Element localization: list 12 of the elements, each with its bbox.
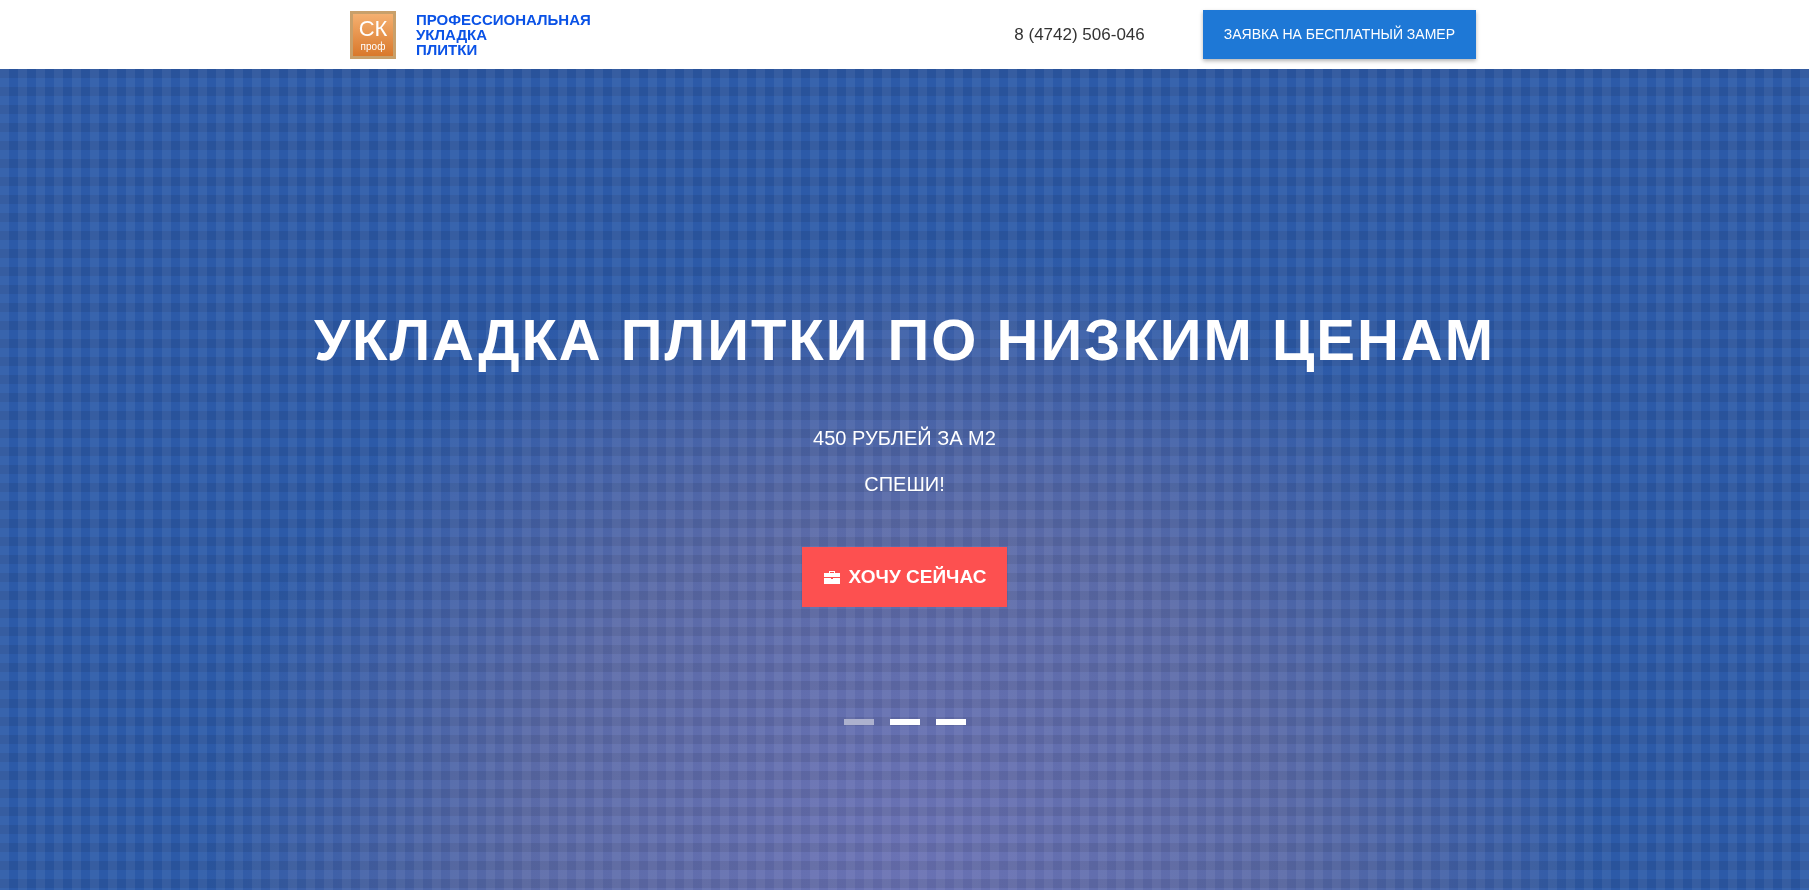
carousel-indicator[interactable]	[889, 719, 920, 726]
brand-name: ПРОФЕССИОНАЛЬНАЯ УКЛАДКА ПЛИТКИ	[416, 12, 591, 57]
hero-title: УКЛАДКА ПЛИТКИ ПО НИЗКИМ ЦЕНАМ	[312, 306, 1497, 374]
free-measurement-request-button[interactable]: ЗАЯВКА НА БЕСПЛАТНЫЙ ЗАМЕР	[1202, 10, 1476, 59]
carousel-indicator[interactable]	[843, 719, 874, 726]
want-now-button[interactable]: ХОЧУ СЕЙЧАС	[801, 546, 1008, 608]
hero-subtitle: 450 РУБЛЕЙ ЗА М2	[813, 425, 996, 451]
logo[interactable]: СК проф	[350, 10, 396, 59]
phone-number: 8 (4742) 506-046	[1014, 23, 1145, 46]
briefcase-icon	[822, 569, 841, 584]
carousel-indicator[interactable]	[935, 719, 966, 726]
hero-subtitle: СПЕШИ!	[864, 471, 945, 497]
